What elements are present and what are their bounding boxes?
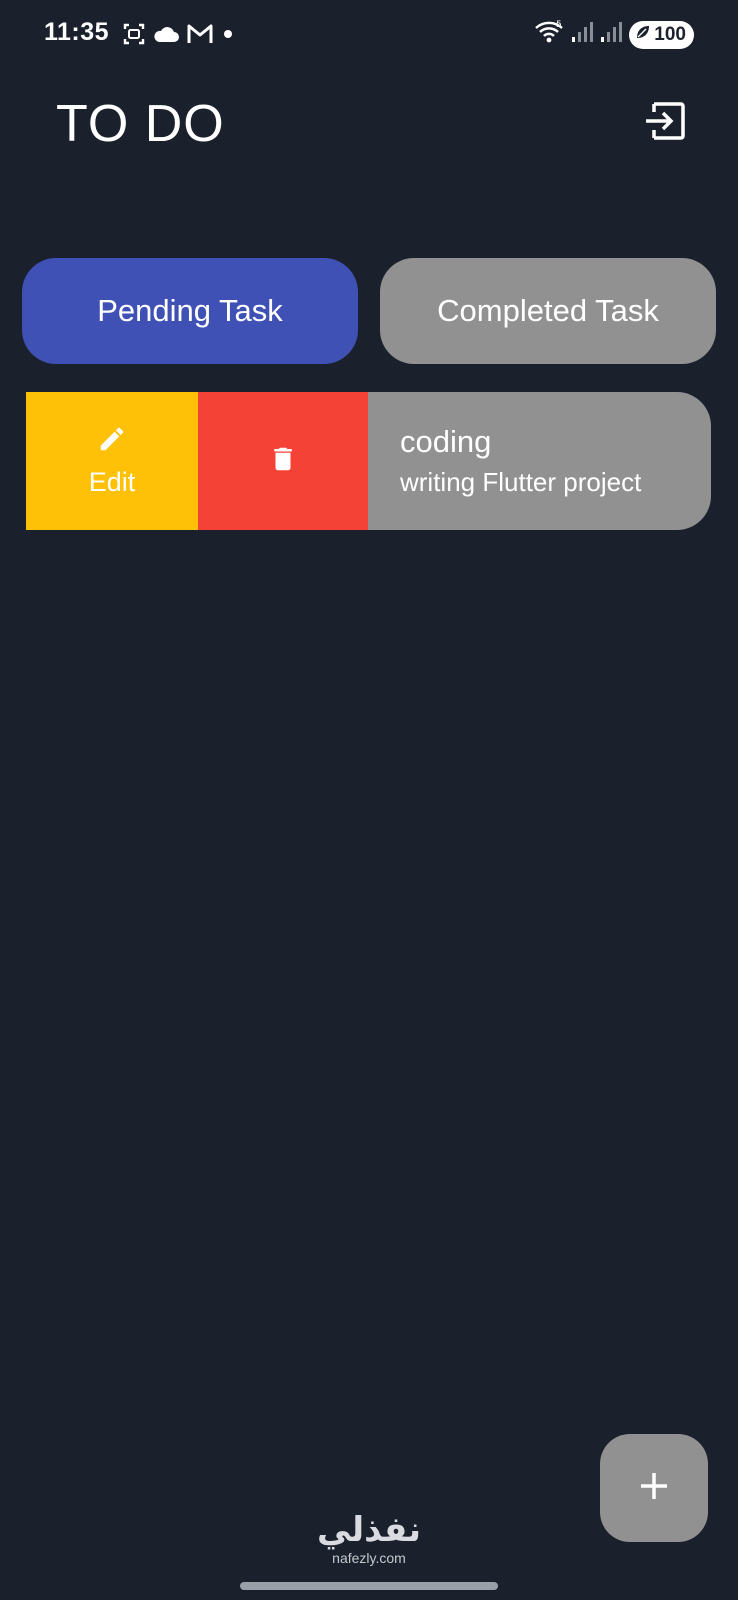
pencil-icon (97, 424, 127, 459)
edit-label: Edit (88, 467, 136, 497)
trash-icon (268, 442, 298, 481)
screenshot-icon (122, 22, 146, 46)
page-title: TO DO (56, 95, 225, 153)
task-title: coding (400, 424, 492, 459)
watermark: نفذلي nafezly.com (0, 1510, 738, 1566)
tab-completed-task[interactable]: Completed Task (380, 258, 716, 364)
leaf-icon (635, 24, 651, 46)
svg-text:5: 5 (556, 20, 562, 30)
logout-icon (642, 98, 688, 149)
battery-indicator: 100 (629, 20, 694, 49)
logout-button[interactable] (640, 98, 690, 148)
edit-button[interactable]: Edit (26, 392, 198, 530)
plus-icon (638, 1470, 670, 1507)
status-left-icons (122, 22, 236, 46)
tab-pending-task[interactable]: Pending Task (22, 258, 358, 364)
tab-label: Completed Task (437, 293, 659, 328)
status-time: 11:35 (44, 18, 110, 46)
watermark-logo-text: نفذلي (316, 1511, 422, 1549)
cloud-icon (152, 24, 180, 44)
battery-level: 100 (654, 23, 686, 45)
signal-icon (571, 21, 594, 48)
status-bar: 11:35 5 100 (0, 0, 738, 70)
task-description: writing Flutter project (400, 467, 642, 497)
dot-icon (220, 26, 236, 42)
task-card[interactable]: coding writing Flutter project (368, 392, 711, 530)
signal-icon (600, 21, 623, 48)
gmail-icon (186, 23, 214, 45)
task-row: Edit coding writing Flutter project (26, 392, 711, 530)
wifi-icon: 5 (534, 19, 564, 50)
delete-button[interactable] (198, 392, 368, 530)
status-right-icons: 5 100 (534, 19, 694, 50)
tab-label: Pending Task (97, 293, 283, 328)
home-indicator[interactable] (240, 1582, 498, 1590)
watermark-url: nafezly.com (332, 1550, 406, 1566)
